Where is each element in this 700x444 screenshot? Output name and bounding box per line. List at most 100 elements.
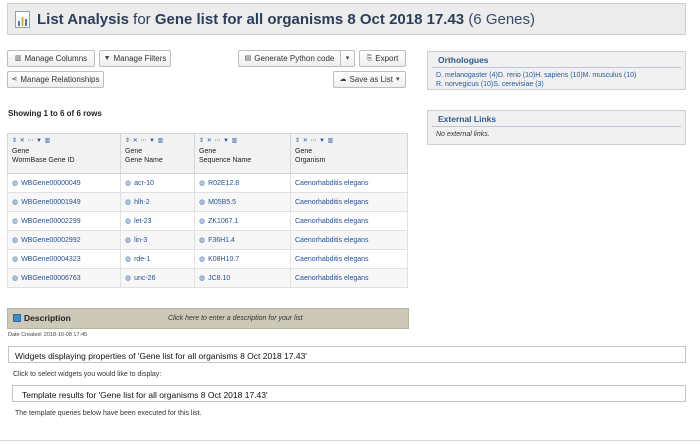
gene-id-link[interactable]: WBGene00001949 — [21, 199, 81, 206]
gene-id-link[interactable]: WBGene00002992 — [21, 237, 81, 244]
column-tools-icon[interactable]: ⇕ ✕ ⋯ ▼ ▥ — [199, 137, 286, 144]
globe-icon: ◍ — [12, 275, 19, 282]
column-header-line2: Organism — [295, 157, 326, 164]
list-analysis-icon — [15, 11, 30, 28]
sequence-name-link[interactable]: F36H1.4 — [208, 237, 235, 244]
organism-cell[interactable]: Caenorhabditis elegans — [290, 211, 408, 231]
manage-filters-button[interactable]: ▼ Manage Filters — [99, 50, 171, 67]
column-tools-icon[interactable]: ⇕ ✕ ⋯ ▼ ▥ — [12, 137, 116, 144]
gene-id-cell[interactable]: ◍ WBGene00004323 — [7, 249, 121, 269]
gene-name-link[interactable]: unc-26 — [134, 275, 155, 282]
column-header-line2: WormBase Gene ID — [12, 157, 75, 164]
column-tools-icon[interactable]: ⇕ ✕ ⋯ ▼ ▥ — [295, 137, 403, 144]
code-file-icon: ▤ — [244, 55, 252, 62]
filter-icon: ▼ — [103, 55, 111, 62]
gene-name-cell[interactable]: ◍ rde-1 — [120, 249, 195, 269]
widgets-header: Widgets displaying properties of 'Gene l… — [8, 346, 686, 363]
gene-id-cell[interactable]: ◍ WBGene00002992 — [7, 230, 121, 250]
globe-icon: ◍ — [199, 275, 206, 282]
sequence-name-link[interactable]: R02E12.8 — [208, 180, 239, 187]
sequence-name-cell[interactable]: ◍ JC8.10 — [194, 268, 291, 288]
globe-icon: ◍ — [12, 218, 19, 225]
globe-icon: ◍ — [125, 218, 132, 225]
cloud-save-icon: ☁ — [339, 76, 347, 83]
orthologues-line-2[interactable]: R. norvegicus (10)S. cerevisiae (3) — [436, 80, 677, 89]
organism-cell[interactable]: Caenorhabditis elegans — [290, 192, 408, 212]
gene-name-link[interactable]: hlh-2 — [134, 199, 150, 206]
gene-name-link[interactable]: lin-3 — [134, 237, 147, 244]
generate-python-button[interactable]: ▤ Generate Python code — [238, 50, 341, 67]
gene-count: (6 Genes) — [468, 11, 536, 28]
table-row: ◍ WBGene00000049 ◍ acr-10 ◍ R02E12.8 Cae… — [7, 173, 408, 193]
manage-relationships-button[interactable]: ⋖ Manage Relationships — [7, 71, 104, 88]
gene-name-link[interactable]: let-23 — [134, 218, 152, 225]
date-created: Date Created: 2018-10-08 17:45 — [8, 332, 88, 338]
table-row: ◍ WBGene00002299 ◍ let-23 ◍ ZK1067.1 Cae… — [7, 211, 408, 231]
gene-id-link[interactable]: WBGene00000049 — [21, 180, 81, 187]
description-bar[interactable]: Description Click here to enter a descri… — [7, 308, 409, 329]
gene-id-cell[interactable]: ◍ WBGene00000049 — [7, 173, 121, 193]
gene-name-link[interactable]: acr-10 — [134, 180, 154, 187]
sequence-name-link[interactable]: K08H10.7 — [208, 256, 239, 263]
organism-cell[interactable]: Caenorhabditis elegans — [290, 230, 408, 250]
gene-id-link[interactable]: WBGene00002299 — [21, 218, 81, 225]
generate-python-label: Generate Python code — [254, 54, 335, 63]
orthologues-list: D. melanogaster (4)D. rerio (10)H. sapie… — [428, 68, 685, 92]
export-button[interactable]: ⎘ Export — [359, 50, 406, 67]
gene-name-cell[interactable]: ◍ let-23 — [120, 211, 195, 231]
column-header[interactable]: ⇕ ✕ ⋯ ▼ ▥ Gene Sequence Name — [194, 133, 291, 174]
gene-name-cell[interactable]: ◍ hlh-2 — [120, 192, 195, 212]
manage-columns-button[interactable]: ▥ Manage Columns — [7, 50, 95, 67]
column-tools-icon[interactable]: ⇕ ✕ ⋯ ▼ ▥ — [125, 137, 190, 144]
globe-icon: ◍ — [125, 275, 132, 282]
template-note: The template queries below have been exe… — [15, 410, 202, 417]
caret-down-icon: ▾ — [396, 76, 400, 83]
orthologues-line-1[interactable]: D. melanogaster (4)D. rerio (10)H. sapie… — [436, 71, 677, 80]
gene-name-link[interactable]: rde-1 — [134, 256, 150, 263]
column-header-line1: Gene — [125, 148, 143, 155]
sequence-name-cell[interactable]: ◍ M05B5.5 — [194, 192, 291, 212]
sequence-name-link[interactable]: ZK1067.1 — [208, 218, 238, 225]
manage-columns-label: Manage Columns — [24, 54, 88, 63]
organism-cell[interactable]: Caenorhabditis elegans — [290, 268, 408, 288]
column-header-line2: Sequence Name — [199, 157, 252, 164]
globe-icon: ◍ — [125, 180, 132, 187]
column-header-line1: Gene — [12, 148, 30, 155]
column-header[interactable]: ⇕ ✕ ⋯ ▼ ▥ Gene Organism — [290, 133, 408, 174]
save-as-list-button[interactable]: ☁ Save as List ▾ — [333, 71, 406, 88]
sequence-name-cell[interactable]: ◍ R02E12.8 — [194, 173, 291, 193]
globe-icon: ◍ — [125, 199, 132, 206]
gene-id-link[interactable]: WBGene00004323 — [21, 256, 81, 263]
page-header: List Analysis for Gene list for all orga… — [7, 3, 686, 35]
sequence-name-link[interactable]: M05B5.5 — [208, 199, 236, 206]
gene-name-cell[interactable]: ◍ lin-3 — [120, 230, 195, 250]
title-for: for — [128, 11, 155, 28]
column-header[interactable]: ⇕ ✕ ⋯ ▼ ▥ Gene Gene Name — [120, 133, 195, 174]
page-title: List Analysis for Gene list for all orga… — [37, 11, 535, 28]
column-header-line1: Gene — [295, 148, 313, 155]
description-label: Description — [24, 313, 71, 323]
sequence-name-link[interactable]: JC8.10 — [208, 275, 230, 282]
table-row: ◍ WBGene00006763 ◍ unc-26 ◍ JC8.10 Caeno… — [7, 268, 408, 288]
gene-name-cell[interactable]: ◍ unc-26 — [120, 268, 195, 288]
gene-name-cell[interactable]: ◍ acr-10 — [120, 173, 195, 193]
external-links-title: External Links — [432, 111, 681, 127]
python-dropdown-toggle[interactable]: ▾ — [340, 50, 355, 67]
gene-id-cell[interactable]: ◍ WBGene00002299 — [7, 211, 121, 231]
gene-id-cell[interactable]: ◍ WBGene00001949 — [7, 192, 121, 212]
globe-icon: ◍ — [12, 199, 19, 206]
column-header-line1: Gene — [199, 148, 217, 155]
sequence-name-cell[interactable]: ◍ K08H10.7 — [194, 249, 291, 269]
sequence-name-cell[interactable]: ◍ F36H1.4 — [194, 230, 291, 250]
organism-cell[interactable]: Caenorhabditis elegans — [290, 173, 408, 193]
column-header[interactable]: ⇕ ✕ ⋯ ▼ ▥ Gene WormBase Gene ID — [7, 133, 121, 174]
description-edit-link[interactable]: Click here to enter a description for yo… — [168, 315, 303, 322]
gene-id-link[interactable]: WBGene00006763 — [21, 275, 81, 282]
external-links-panel: External Links No external links. — [427, 110, 686, 145]
description-toggle-icon[interactable] — [13, 314, 21, 322]
sequence-name-cell[interactable]: ◍ ZK1067.1 — [194, 211, 291, 231]
globe-icon: ◍ — [125, 237, 132, 244]
gene-id-cell[interactable]: ◍ WBGene00006763 — [7, 268, 121, 288]
export-label: Export — [375, 54, 399, 63]
organism-cell[interactable]: Caenorhabditis elegans — [290, 249, 408, 269]
